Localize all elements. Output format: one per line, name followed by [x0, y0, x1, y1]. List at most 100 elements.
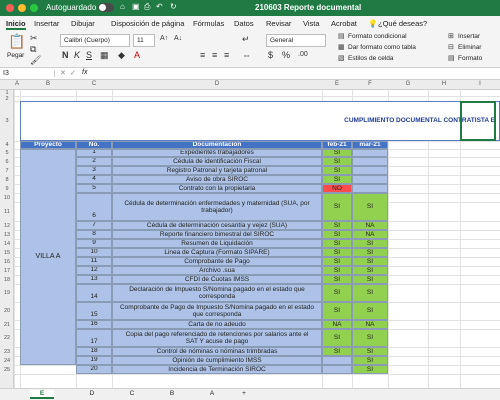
row-number[interactable]: 16 — [76, 320, 112, 329]
row-header[interactable]: 13 — [0, 232, 14, 238]
tab-acrobat[interactable]: Acrobat — [331, 19, 357, 28]
fx-icon[interactable]: fx — [82, 69, 87, 76]
row-number[interactable]: 11 — [76, 257, 112, 266]
tab-inicio[interactable]: Inicio — [6, 19, 26, 30]
column-header-d[interactable]: D — [112, 81, 322, 87]
row-number[interactable]: 9 — [76, 239, 112, 248]
row-documentation[interactable]: Opinión de cumplimiento IMSS — [112, 356, 322, 365]
row-documentation[interactable]: Incidencia de Terminación SIROC — [112, 365, 322, 374]
font-size-select[interactable]: 11 — [133, 34, 155, 47]
row-status-mar[interactable]: SI — [352, 365, 388, 374]
tab-revisar[interactable]: Revisar — [266, 19, 291, 28]
row-status-mar[interactable]: SI — [352, 347, 388, 356]
row-header[interactable]: 21 — [0, 322, 14, 328]
row-header[interactable]: 8 — [0, 177, 14, 183]
font-name-select[interactable]: Calibri (Cuerpo) — [60, 34, 130, 47]
column-header-e[interactable]: E — [322, 81, 352, 87]
row-documentation[interactable]: Registro Patronal y tarjeta patronal — [112, 166, 322, 175]
redo-icon[interactable]: ↻ — [170, 2, 177, 11]
row-header[interactable]: 15 — [0, 250, 14, 256]
row-status-feb[interactable]: SI — [322, 284, 352, 302]
row-documentation[interactable]: Aviso de obra SIROC — [112, 175, 322, 184]
align-center-icon[interactable]: ≡ — [212, 50, 217, 60]
row-header[interactable]: 14 — [0, 241, 14, 247]
row-number[interactable]: 14 — [76, 284, 112, 302]
row-status-feb[interactable]: SI — [322, 149, 352, 157]
row-status-mar[interactable]: SI — [352, 329, 388, 347]
wrap-text-icon[interactable]: ↵ — [242, 34, 250, 44]
row-status-feb[interactable]: SI — [322, 257, 352, 266]
row-header[interactable]: 18 — [0, 277, 14, 283]
row-number[interactable]: 2 — [76, 157, 112, 166]
row-number[interactable]: 17 — [76, 329, 112, 347]
row-status-feb[interactable]: SI — [322, 329, 352, 347]
row-number[interactable]: 6 — [76, 193, 112, 221]
delete-button[interactable]: Eliminar — [458, 44, 481, 51]
row-number[interactable]: 19 — [76, 356, 112, 365]
row-status-mar[interactable]: SI — [352, 193, 388, 221]
currency-icon[interactable]: $ — [268, 50, 273, 60]
row-documentation[interactable]: Expedientes trabajadores — [112, 149, 322, 157]
sheet-grid[interactable]: CUMPLIMIENTO DOCUMENTAL CONTRATISTA E Pro… — [14, 90, 500, 388]
cut-icon[interactable]: ✂ — [30, 33, 38, 43]
column-header-f[interactable]: F — [352, 81, 388, 87]
row-header[interactable]: 10 — [0, 195, 14, 201]
decimal-icon[interactable]: .00 — [298, 50, 308, 60]
row-documentation[interactable]: Comprobante de Pago — [112, 257, 322, 266]
tab-dibujar[interactable]: Dibujar — [71, 19, 95, 28]
row-number[interactable]: 5 — [76, 184, 112, 193]
row-header[interactable]: 23 — [0, 349, 14, 355]
row-header[interactable]: 11 — [0, 209, 14, 215]
borders-icon[interactable]: ▦ — [100, 50, 109, 60]
table-format-icon[interactable]: ▦ — [338, 43, 345, 53]
row-header[interactable]: 20 — [0, 308, 14, 314]
minimize-window-button[interactable] — [18, 4, 26, 12]
row-status-feb[interactable] — [322, 356, 352, 365]
row-status-mar[interactable] — [352, 175, 388, 184]
add-sheet-button[interactable]: + — [232, 390, 256, 397]
conditional-format-icon[interactable]: ▤ — [338, 32, 345, 42]
align-left-icon[interactable]: ≡ — [200, 50, 205, 60]
italic-icon[interactable]: K — [74, 50, 80, 60]
header-feb[interactable]: feb-21 — [322, 141, 352, 149]
name-box[interactable]: I3 — [3, 70, 55, 77]
row-documentation[interactable]: Carta de no adeudo — [112, 320, 322, 329]
row-header[interactable]: 4 — [0, 142, 14, 148]
row-status-mar[interactable] — [352, 149, 388, 157]
header-documentation[interactable]: Documentación — [112, 141, 322, 149]
row-documentation[interactable]: Resumen de Liquidación — [112, 239, 322, 248]
bold-icon[interactable]: N — [62, 50, 69, 60]
column-header-b[interactable]: B — [20, 81, 76, 87]
column-header-g[interactable]: G — [388, 81, 428, 87]
row-documentation[interactable]: Contrato con la propietaria — [112, 184, 322, 193]
row-status-mar[interactable]: SI — [352, 257, 388, 266]
header-mar[interactable]: mar-21 — [352, 141, 388, 149]
tell-me-input[interactable]: ¿Qué deseas? — [378, 19, 427, 28]
paste-icon[interactable]: 📋 — [8, 33, 25, 49]
row-status-mar[interactable]: SI — [352, 239, 388, 248]
grow-font-icon[interactable]: A↑ — [160, 34, 168, 44]
merge-cells-icon[interactable]: ⇔ — [242, 50, 251, 60]
tab-datos[interactable]: Datos — [234, 19, 254, 28]
save-icon[interactable]: ▣ — [132, 2, 140, 11]
delete-cells-icon[interactable]: ⊟ — [448, 43, 454, 53]
row-header[interactable]: 12 — [0, 223, 14, 229]
row-status-mar[interactable]: SI — [352, 266, 388, 275]
row-header[interactable]: 3 — [0, 118, 14, 124]
row-documentation[interactable]: Reporte financiero bimestral del SIROC — [112, 230, 322, 239]
row-status-mar[interactable]: SI — [352, 248, 388, 257]
format-button[interactable]: Formato — [458, 55, 482, 62]
autosave-toggle[interactable] — [98, 3, 114, 12]
cell-styles-button[interactable]: Estilos de celda — [348, 55, 394, 62]
row-status-mar[interactable] — [352, 184, 388, 193]
row-status-feb[interactable]: SI — [322, 221, 352, 230]
tab-insertar[interactable]: Insertar — [34, 19, 59, 28]
maximize-window-button[interactable] — [30, 4, 38, 12]
row-status-feb[interactable]: SI — [322, 248, 352, 257]
row-status-feb[interactable]: NO — [322, 184, 352, 193]
row-status-feb[interactable]: SI — [322, 193, 352, 221]
row-status-feb[interactable]: SI — [322, 275, 352, 284]
row-documentation[interactable]: Copia del pago referenciado de retencion… — [112, 329, 322, 347]
enter-icon[interactable]: ✓ — [70, 69, 76, 77]
copy-icon[interactable]: ⧉ — [30, 44, 36, 54]
